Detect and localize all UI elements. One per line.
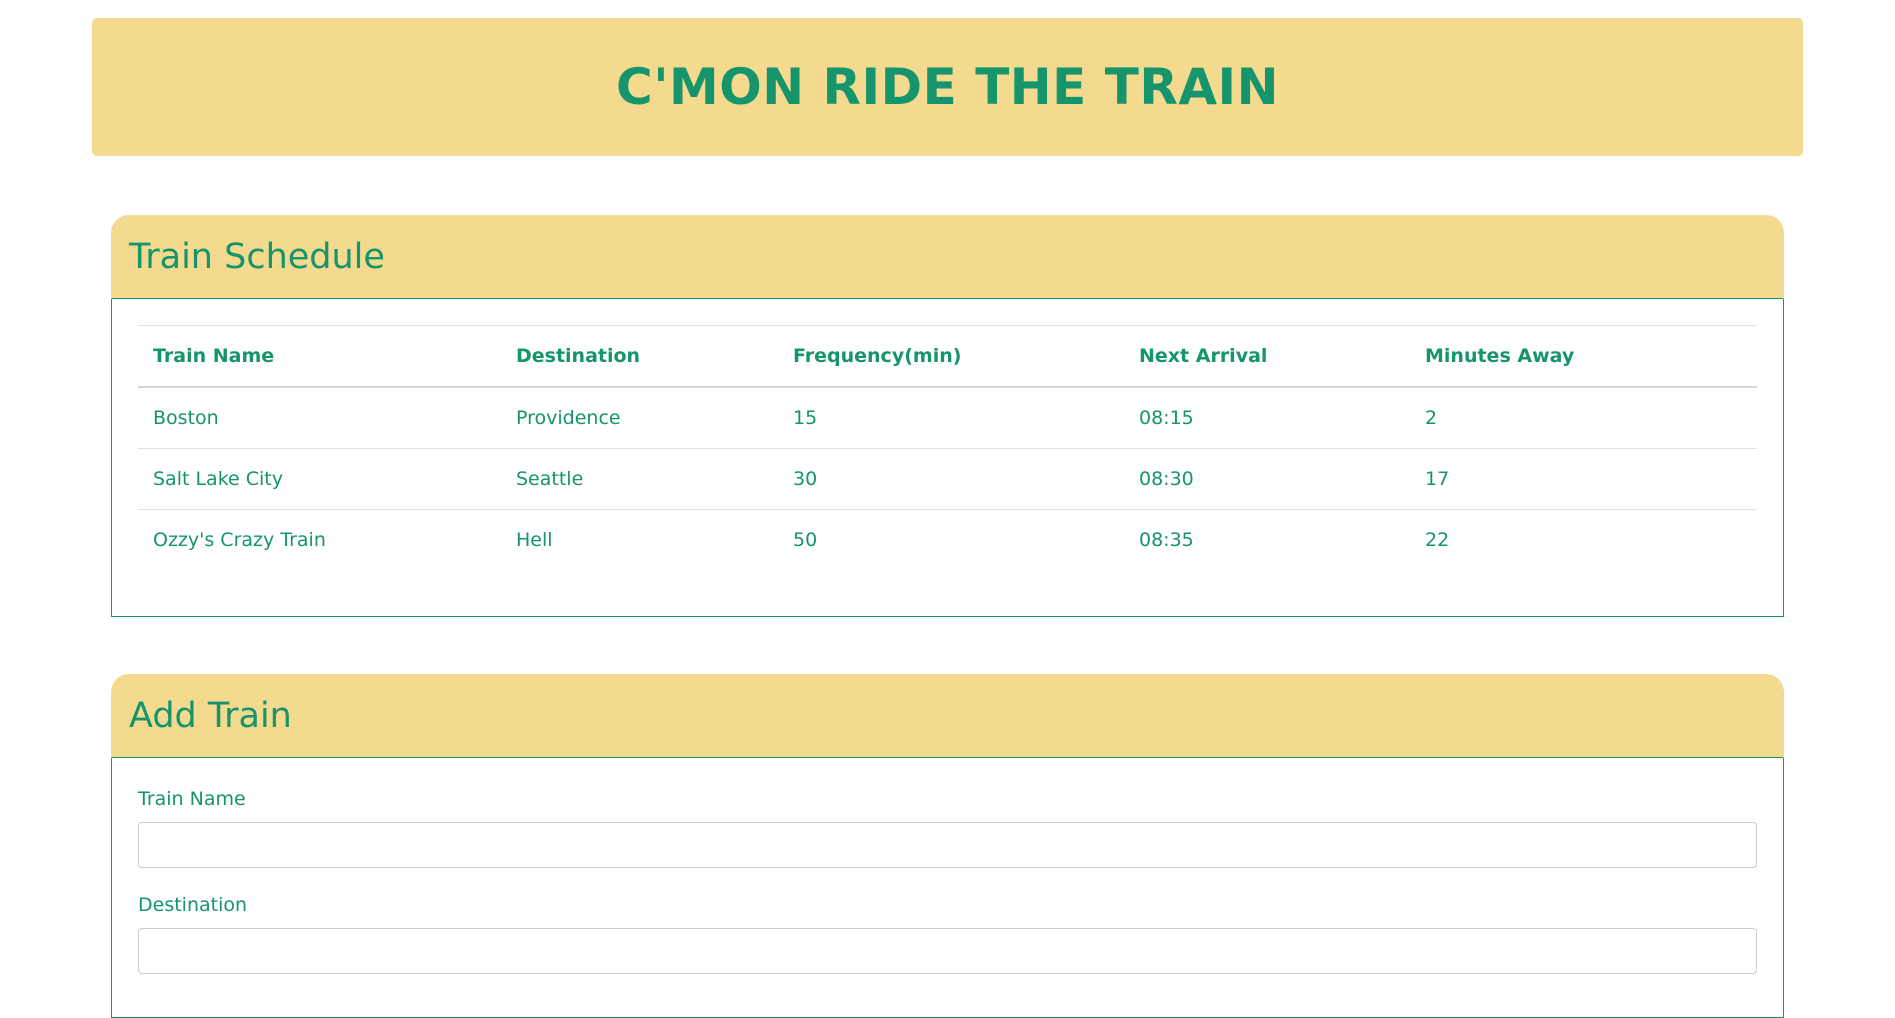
column-header-next-arrival: Next Arrival: [1124, 325, 1410, 388]
add-train-title: Add Train: [129, 696, 292, 736]
destination-label: Destination: [138, 894, 248, 916]
add-train-form: Train Name Destination: [111, 758, 1784, 1018]
cell-minutes-away: 2: [1410, 387, 1757, 449]
add-train-heading: Add Train: [111, 674, 1784, 758]
table-row: Boston Providence 15 08:15 2: [138, 387, 1757, 449]
table-header-row: Train Name Destination Frequency(min) Ne…: [138, 325, 1757, 388]
train-schedule-panel: Train Schedule Train Name Destination Fr…: [111, 215, 1784, 617]
column-header-frequency: Frequency(min): [778, 325, 1124, 388]
table-row: Ozzy's Crazy Train Hell 50 08:35 22: [138, 510, 1757, 571]
column-header-train-name: Train Name: [138, 325, 501, 388]
cell-frequency: 50: [793, 529, 818, 551]
table-row: Salt Lake City Seattle 30 08:30 17: [138, 448, 1757, 510]
train-name-input[interactable]: [138, 822, 1757, 868]
page-title: C'MON RIDE THE TRAIN: [616, 58, 1279, 116]
destination-input[interactable]: [138, 928, 1757, 974]
cell-train-name: Ozzy's Crazy Train: [153, 529, 326, 551]
train-name-label: Train Name: [138, 788, 246, 810]
cell-train-name: Salt Lake City: [138, 448, 501, 510]
cell-destination: Hell: [516, 529, 553, 551]
train-schedule-title: Train Schedule: [129, 237, 385, 277]
cell-next-arrival: 08:15: [1124, 387, 1410, 449]
cell-next-arrival: 08:30: [1124, 448, 1410, 510]
cell-destination: Seattle: [501, 448, 778, 510]
cell-minutes-away: 22: [1425, 529, 1450, 551]
cell-minutes-away: 17: [1410, 448, 1757, 510]
cell-frequency: 15: [778, 387, 1124, 449]
train-schedule-heading: Train Schedule: [111, 215, 1784, 299]
column-header-destination: Destination: [501, 325, 778, 388]
train-schedule-body: Train Name Destination Frequency(min) Ne…: [111, 299, 1784, 617]
cell-next-arrival: 08:35: [1139, 529, 1194, 551]
cell-frequency: 30: [778, 448, 1124, 510]
schedule-table: Train Name Destination Frequency(min) Ne…: [138, 325, 1757, 570]
page-header: C'MON RIDE THE TRAIN: [92, 18, 1803, 156]
cell-train-name: Boston: [138, 387, 501, 449]
add-train-panel: Add Train Train Name Destination: [111, 674, 1784, 1018]
cell-destination: Providence: [501, 387, 778, 449]
column-header-minutes-away: Minutes Away: [1410, 325, 1757, 388]
